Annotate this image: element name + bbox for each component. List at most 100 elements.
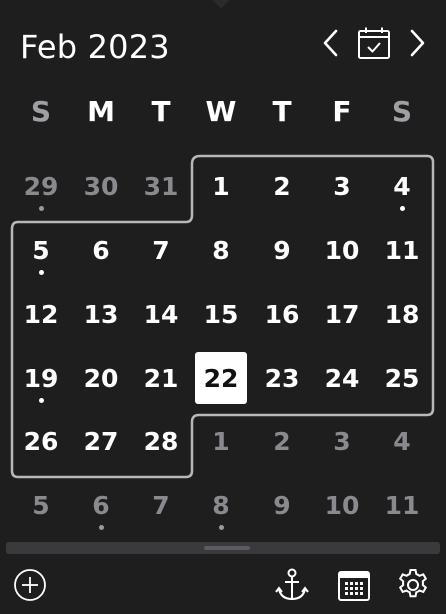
previous-month-button[interactable] (318, 26, 344, 60)
day-cell[interactable]: 9 (256, 224, 308, 276)
day-cell[interactable]: 1 (195, 415, 247, 467)
chevron-right-icon (410, 29, 425, 57)
gear-icon (398, 569, 428, 598)
day-cell[interactable]: 11 (376, 479, 428, 531)
pin-window-button[interactable] (274, 567, 310, 603)
day-cell[interactable]: 8 (195, 224, 247, 276)
day-cell[interactable]: 5 (15, 224, 67, 276)
day-cell[interactable]: 12 (15, 288, 67, 340)
day-cell-today[interactable]: 22 (195, 352, 247, 404)
weekday-label: T (272, 95, 292, 128)
day-number: 9 (273, 235, 291, 265)
day-number: 20 (83, 363, 119, 393)
day-cell[interactable]: 31 (135, 160, 187, 212)
day-cell[interactable]: 3 (316, 160, 368, 212)
day-number: 5 (32, 235, 50, 265)
day-cell[interactable]: 13 (75, 288, 127, 340)
anchor-icon (275, 568, 309, 601)
weekday-label: T (151, 95, 171, 128)
day-cell[interactable]: 19 (15, 352, 67, 404)
day-cell[interactable]: 27 (75, 415, 127, 467)
day-number: 10 (324, 235, 360, 265)
scroll-thumb[interactable] (204, 546, 250, 550)
day-cell[interactable]: 11 (376, 224, 428, 276)
month-title: Feb 2023 (20, 28, 170, 66)
day-number: 8 (212, 235, 230, 265)
day-cell[interactable]: 20 (75, 352, 127, 404)
day-number: 11 (384, 235, 420, 265)
day-cell[interactable]: 16 (256, 288, 308, 340)
open-calendar-button[interactable] (336, 567, 372, 603)
day-number: 25 (384, 363, 420, 393)
day-cell[interactable]: 18 (376, 288, 428, 340)
day-number: 27 (83, 426, 119, 456)
weekday-label: M (87, 95, 115, 128)
day-cell[interactable]: 4 (376, 160, 428, 212)
day-cell[interactable]: 17 (316, 288, 368, 340)
day-number: 6 (92, 490, 110, 520)
day-cell[interactable]: 14 (135, 288, 187, 340)
weekday-label: W (205, 95, 237, 128)
day-cell[interactable]: 9 (256, 479, 308, 531)
day-number: 30 (83, 171, 119, 201)
day-cell[interactable]: 8 (195, 479, 247, 531)
event-indicator-dot (39, 206, 44, 211)
day-number: 26 (23, 426, 59, 456)
day-number: 1 (212, 171, 230, 201)
settings-button[interactable] (395, 567, 431, 603)
day-cell[interactable]: 26 (15, 415, 67, 467)
day-number: 17 (324, 299, 360, 329)
add-event-button[interactable] (12, 567, 48, 603)
day-cell[interactable]: 24 (316, 352, 368, 404)
day-number: 18 (384, 299, 420, 329)
day-number: 4 (393, 426, 411, 456)
day-cell[interactable]: 3 (316, 415, 368, 467)
weekday-label: S (30, 95, 52, 128)
day-cell[interactable]: 2 (256, 415, 308, 467)
day-number: 7 (152, 235, 170, 265)
day-number: 14 (143, 299, 179, 329)
day-cell[interactable]: 10 (316, 224, 368, 276)
day-number: 22 (203, 363, 239, 393)
day-number: 2 (273, 426, 291, 456)
day-cell[interactable]: 7 (135, 479, 187, 531)
day-number: 6 (92, 235, 110, 265)
day-number: 8 (212, 490, 230, 520)
next-month-button[interactable] (404, 26, 430, 60)
day-number: 3 (333, 426, 351, 456)
event-indicator-dot (400, 206, 405, 211)
day-cell[interactable]: 1 (195, 160, 247, 212)
day-number: 4 (393, 171, 411, 201)
day-cell[interactable]: 30 (75, 160, 127, 212)
day-cell[interactable]: 15 (195, 288, 247, 340)
popover-arrow (212, 0, 230, 9)
day-cell[interactable]: 5 (15, 479, 67, 531)
go-to-today-button[interactable] (357, 26, 391, 60)
event-indicator-dot (39, 398, 44, 403)
day-number: 3 (333, 171, 351, 201)
chevron-left-icon (323, 29, 338, 57)
weekday-label: S (391, 95, 413, 128)
day-cell[interactable]: 10 (316, 479, 368, 531)
day-cell[interactable]: 25 (376, 352, 428, 404)
day-cell[interactable]: 2 (256, 160, 308, 212)
day-cell[interactable]: 4 (376, 415, 428, 467)
day-number: 7 (152, 490, 170, 520)
day-cell[interactable]: 6 (75, 224, 127, 276)
day-number: 5 (32, 490, 50, 520)
weekday-label: F (332, 95, 352, 128)
day-cell[interactable]: 21 (135, 352, 187, 404)
calendar-grid-icon (338, 571, 370, 601)
day-cell[interactable]: 29 (15, 160, 67, 212)
day-cell[interactable]: 6 (75, 479, 127, 531)
day-number: 15 (203, 299, 239, 329)
day-cell[interactable]: 23 (256, 352, 308, 404)
day-number: 24 (324, 363, 360, 393)
day-number: 2 (273, 171, 291, 201)
day-number: 12 (23, 299, 59, 329)
horizontal-scrollbar[interactable] (6, 542, 440, 554)
add-circle-icon (14, 569, 46, 601)
day-cell[interactable]: 7 (135, 224, 187, 276)
day-cell[interactable]: 28 (135, 415, 187, 467)
event-indicator-dot (99, 525, 104, 530)
